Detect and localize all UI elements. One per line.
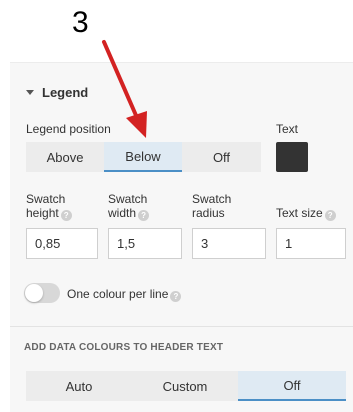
text-color-label: Text (276, 122, 299, 136)
legend-position-off-button[interactable]: Off (182, 142, 261, 172)
caret-down-icon (26, 89, 34, 95)
one-colour-per-line-toggle[interactable] (24, 283, 60, 303)
swatch-radius-label: Swatch radius (192, 192, 231, 220)
swatch-width-input[interactable] (108, 228, 182, 259)
header-colours-off-button[interactable]: Off (238, 371, 346, 401)
swatch-radius-label-line1: Swatch (192, 192, 232, 206)
help-icon[interactable]: ? (170, 291, 182, 302)
toggle-knob (25, 284, 43, 302)
section-divider (10, 326, 353, 327)
text-size-label-text: Text size (276, 206, 323, 220)
text-color-swatch[interactable] (276, 142, 308, 172)
help-icon[interactable]: ? (138, 210, 150, 221)
header-colours-label: ADD DATA COLOURS TO HEADER TEXT (24, 342, 224, 353)
header-colours-selector: Auto Custom Off (26, 371, 346, 401)
swatch-height-label-line1: Swatch (26, 192, 66, 206)
legend-title: Legend (42, 84, 89, 100)
swatch-radius-label-line2: radius (192, 206, 225, 220)
help-icon[interactable]: ? (324, 210, 336, 221)
step-number-annotation: 3 (72, 6, 89, 39)
swatch-height-label-line2: height (26, 206, 59, 220)
header-colours-custom-button[interactable]: Custom (132, 371, 238, 401)
legend-position-below-button[interactable]: Below (104, 142, 182, 172)
legend-section-header[interactable]: Legend (10, 72, 353, 112)
legend-position-selector: Above Below Off (26, 142, 261, 172)
swatch-width-label-line2: width (108, 206, 137, 220)
swatch-height-input[interactable] (26, 228, 98, 259)
legend-position-above-button[interactable]: Above (26, 142, 104, 172)
swatch-width-label: Swatch width? (108, 192, 150, 221)
text-size-input[interactable] (276, 228, 346, 259)
legend-position-label: Legend position (26, 122, 111, 136)
help-icon[interactable]: ? (60, 210, 72, 221)
one-colour-per-line-text: One colour per line (67, 287, 169, 301)
text-size-label: Text size? (276, 206, 336, 221)
swatch-radius-input[interactable] (192, 228, 266, 259)
one-colour-per-line-label: One colour per line? (67, 287, 182, 302)
header-colours-auto-button[interactable]: Auto (26, 371, 132, 401)
swatch-width-label-line1: Swatch (108, 192, 148, 206)
swatch-height-label: Swatch height? (26, 192, 72, 221)
